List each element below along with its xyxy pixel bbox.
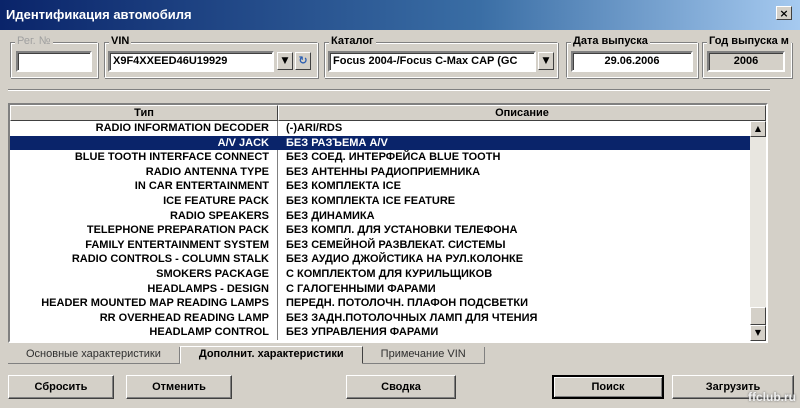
- cell-description: БЕЗ ЗАДН.ПОТОЛОЧНЫХ ЛАМП ДЛЯ ЧТЕНИЯ: [286, 311, 538, 324]
- reg-group: Рег. №: [10, 35, 98, 78]
- cell-description: БЕЗ КОМПЛЕКТА ICE FEATURE: [286, 194, 456, 207]
- tab-main-characteristics[interactable]: Основные характеристики: [8, 347, 180, 364]
- table-row[interactable]: RADIO ANTENNA TYPE БЕЗ АНТЕННЫ РАДИОПРИЕМ…: [10, 164, 750, 180]
- cell-description: БЕЗ ДИНАМИКА: [286, 209, 375, 222]
- table-row[interactable]: A/V JACK БЕЗ РАЗЪЕМА A/V: [10, 135, 750, 151]
- table-header: Тип Описание: [10, 105, 766, 121]
- cell-type: A/V JACK: [10, 135, 278, 151]
- table-row[interactable]: RADIO INFORMATION DECODER (-)ARI/RDS: [10, 121, 750, 136]
- cell-type: SMOKERS PACKAGE: [10, 266, 278, 282]
- window-titlebar: Идентификация автомобиля ×: [0, 0, 800, 30]
- cell-type: RADIO SPEAKERS: [10, 208, 278, 224]
- close-icon[interactable]: ×: [776, 6, 792, 20]
- refresh-icon[interactable]: ↻: [295, 52, 311, 70]
- cell-type: RR OVERHEAD READING LAMP: [10, 310, 278, 326]
- release-year-label: Год выпуска м: [707, 35, 791, 47]
- window-title: Идентификация автомобиля: [6, 7, 192, 22]
- scroll-thumb[interactable]: [750, 307, 766, 325]
- search-button[interactable]: Поиск: [552, 375, 664, 399]
- cell-type: HEADLAMP CONTROL: [10, 325, 278, 340]
- catalog-select[interactable]: Focus 2004-/Focus C-Max CAP (GC: [328, 51, 536, 72]
- cell-description: С КОМПЛЕКТОМ ДЛЯ КУРИЛЬЩИКОВ: [286, 267, 493, 280]
- release-date-label: Дата выпуска: [571, 35, 650, 47]
- catalog-label: Каталог: [329, 35, 376, 47]
- table-row[interactable]: HEADER MOUNTED MAP READING LAMPS ПЕРЕДН. …: [10, 296, 750, 311]
- cell-description: ПЕРЕДН. ПОТОЛОЧН. ПЛАФОН ПОДСВЕТКИ: [286, 297, 529, 310]
- table-row[interactable]: HEADLAMPS - DESIGN С ГАЛОГЕННЫМИ ФАРАМИ: [10, 281, 750, 297]
- options-table: Тип Описание RADIO INFORMATION DECODER (-…: [8, 103, 768, 343]
- cell-description: БЕЗ СЕМЕЙНОЙ РАЗВЛЕКАТ. СИСТЕМЫ: [286, 238, 506, 251]
- table-row[interactable]: RADIO CONTROLS - COLUMN STALK БЕЗ АУДИО Д…: [10, 252, 750, 267]
- catalog-group: Каталог Focus 2004-/Focus C-Max CAP (GC …: [324, 35, 558, 78]
- watermark: ffclub.ru: [748, 390, 796, 404]
- table-row[interactable]: RADIO SPEAKERS БЕЗ ДИНАМИКА: [10, 208, 750, 224]
- table-row[interactable]: SMOKERS PACKAGE С КОМПЛЕКТОМ ДЛЯ КУРИЛЬЩИ…: [10, 266, 750, 282]
- table-row[interactable]: ICE FEATURE PACK БЕЗ КОМПЛЕКТА ICE FEATUR…: [10, 193, 750, 209]
- table-row[interactable]: IN CAR ENTERTAINMENT БЕЗ КОМПЛЕКТА ICE: [10, 179, 750, 194]
- release-year-group: Год выпуска м 2006: [702, 35, 792, 78]
- cell-description: С ГАЛОГЕННЫМИ ФАРАМИ: [286, 282, 436, 295]
- cell-type: HEADLAMPS - DESIGN: [10, 281, 278, 297]
- vin-group: VIN X9F4XXEED46U19929 ▼ ↻: [104, 35, 318, 78]
- table-row[interactable]: HEADLAMP CONTROL БЕЗ УПРАВЛЕНИЯ ФАРАМИ: [10, 325, 750, 340]
- reg-label: Рег. №: [15, 35, 53, 47]
- vin-dropdown-button[interactable]: ▼: [277, 52, 293, 70]
- cell-type: TELEPHONE PREPARATION PACK: [10, 223, 278, 238]
- table-row[interactable]: FAMILY ENTERTAINMENT SYSTEM БЕЗ СЕМЕЙНОЙ …: [10, 237, 750, 253]
- vertical-scrollbar[interactable]: ▲ ▼: [750, 121, 766, 341]
- cell-type: ICE FEATURE PACK: [10, 193, 278, 209]
- cell-description: БЕЗ РАЗЪЕМА A/V: [286, 136, 388, 149]
- cell-type: RADIO ANTENNA TYPE: [10, 164, 278, 180]
- cell-type: BLUE TOOTH INTERFACE CONNECT: [10, 150, 278, 165]
- cell-description: БЕЗ УПРАВЛЕНИЯ ФАРАМИ: [286, 326, 439, 339]
- summary-button[interactable]: Сводка: [346, 375, 456, 399]
- vin-label: VIN: [109, 35, 132, 47]
- release-date-field[interactable]: 29.06.2006: [571, 51, 693, 72]
- tab-additional-characteristics[interactable]: Дополнит. характеристики: [179, 346, 363, 364]
- separator: [8, 89, 770, 91]
- table-row[interactable]: BLUE TOOTH INTERFACE CONNECT БЕЗ СОЕД. ИН…: [10, 150, 750, 165]
- column-header-description[interactable]: Описание: [278, 105, 766, 121]
- cell-description: БЕЗ КОМПЛЕКТА ICE: [286, 180, 401, 193]
- scroll-down-icon[interactable]: ▼: [750, 325, 766, 341]
- reset-button[interactable]: Сбросить: [8, 375, 114, 399]
- cell-type: FAMILY ENTERTAINMENT SYSTEM: [10, 237, 278, 253]
- table-row[interactable]: RR OVERHEAD READING LAMP БЕЗ ЗАДН.ПОТОЛОЧ…: [10, 310, 750, 326]
- scroll-up-icon[interactable]: ▲: [750, 121, 766, 137]
- cell-type: HEADER MOUNTED MAP READING LAMPS: [10, 296, 278, 311]
- table-body: RADIO INFORMATION DECODER (-)ARI/RDS A/V J…: [10, 121, 750, 340]
- cell-description: БЕЗ СОЕД. ИНТЕРФЕЙСА BLUE TOOTH: [286, 151, 501, 164]
- reg-number-field[interactable]: [16, 51, 92, 72]
- cell-description: БЕЗ КОМПЛ. ДЛЯ УСТАНОВКИ ТЕЛЕФОНА: [286, 224, 518, 237]
- tab-strip: Основные характеристики Дополнит. характ…: [8, 346, 485, 365]
- table-row[interactable]: TELEPHONE PREPARATION PACK БЕЗ КОМПЛ. ДЛЯ…: [10, 223, 750, 238]
- cell-description: (-)ARI/RDS: [286, 122, 343, 134]
- cell-type: RADIO INFORMATION DECODER: [10, 121, 278, 136]
- cancel-button[interactable]: Отменить: [126, 375, 232, 399]
- release-year-field: 2006: [707, 51, 785, 72]
- release-date-group: Дата выпуска 29.06.2006: [566, 35, 698, 78]
- catalog-dropdown-button[interactable]: ▼: [538, 52, 554, 70]
- cell-description: БЕЗ АНТЕННЫ РАДИОПРИЕМНИКА: [286, 165, 481, 178]
- column-header-type[interactable]: Тип: [10, 105, 278, 121]
- cell-type: RADIO CONTROLS - COLUMN STALK: [10, 252, 278, 267]
- cell-type: IN CAR ENTERTAINMENT: [10, 179, 278, 194]
- tab-vin-note[interactable]: Примечание VIN: [362, 347, 485, 364]
- cell-description: БЕЗ АУДИО ДЖОЙСТИКА НА РУЛ.КОЛОНКЕ: [286, 253, 524, 266]
- vin-field[interactable]: X9F4XXEED46U19929: [108, 51, 274, 72]
